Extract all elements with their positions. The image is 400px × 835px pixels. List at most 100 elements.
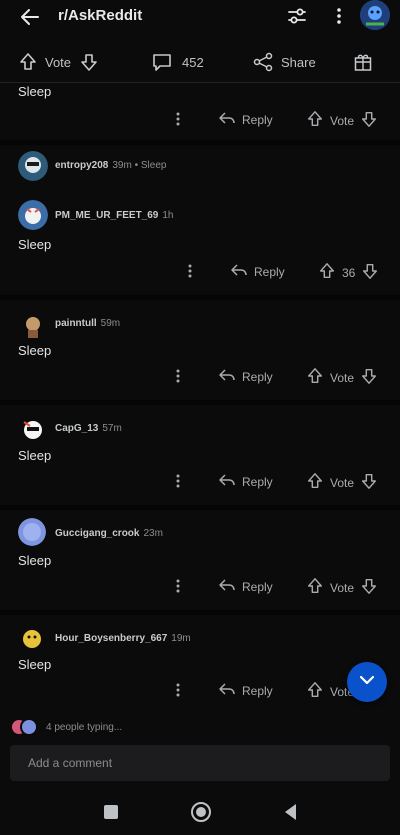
comment-time: 39m • Sleep bbox=[112, 160, 167, 171]
comment-meta: Hour_Boysenberry_667 19m bbox=[55, 633, 191, 644]
more-vertical-icon[interactable] bbox=[329, 5, 349, 27]
reply-icon bbox=[230, 262, 248, 281]
upvote-icon[interactable] bbox=[318, 262, 336, 283]
comment-author[interactable]: painntull bbox=[55, 318, 97, 329]
comment-meta: PM_ME_UR_FEET_69 1h bbox=[55, 210, 174, 221]
share-icon bbox=[252, 52, 274, 72]
vote-count: 36 bbox=[342, 265, 356, 280]
system-nav-bar bbox=[0, 790, 400, 835]
vote-label: Vote bbox=[330, 113, 355, 128]
comment-author[interactable]: Hour_Boysenberry_667 bbox=[55, 633, 167, 644]
comments-button[interactable]: 452 bbox=[151, 52, 204, 72]
reply-button[interactable]: Reply bbox=[218, 577, 273, 596]
reply-button[interactable]: Reply bbox=[218, 681, 273, 700]
chevron-down-icon bbox=[357, 670, 377, 695]
comment: Guccigang_crook 23m Sleep Reply Vote bbox=[0, 510, 400, 610]
more-vertical-icon[interactable] bbox=[184, 262, 196, 280]
user-avatar[interactable] bbox=[360, 0, 390, 30]
post-vote-label: Vote bbox=[45, 54, 72, 70]
reply-button[interactable]: Reply bbox=[218, 472, 273, 491]
downvote-icon[interactable] bbox=[361, 262, 379, 283]
avatar bbox=[18, 310, 48, 340]
comment-body: Sleep bbox=[18, 84, 52, 99]
comment-meta: CapG_13 57m bbox=[55, 423, 122, 434]
back-nav-icon[interactable] bbox=[282, 802, 298, 827]
upvote-icon[interactable] bbox=[306, 472, 324, 493]
comment-meta: painntull 59m bbox=[55, 318, 120, 329]
reply-icon bbox=[218, 681, 236, 700]
comment-time: 23m bbox=[143, 528, 163, 539]
reply-label: Reply bbox=[242, 579, 273, 594]
comment-author[interactable]: PM_ME_UR_FEET_69 bbox=[55, 210, 158, 221]
share-button[interactable]: Share bbox=[252, 52, 316, 72]
comment-author[interactable]: Guccigang_crook bbox=[55, 528, 139, 539]
subreddit-title[interactable]: r/AskReddit bbox=[58, 7, 142, 24]
comment-author[interactable]: entropy208 bbox=[55, 160, 108, 171]
comment-author[interactable]: CapG_13 bbox=[55, 423, 98, 434]
back-arrow-icon[interactable] bbox=[18, 5, 42, 29]
comment-actions: Reply Vote bbox=[0, 110, 400, 134]
reply-icon bbox=[218, 367, 236, 386]
top-bar: r/AskReddit bbox=[0, 0, 400, 34]
comment-vote-group: Vote bbox=[306, 472, 378, 493]
next-comment-button[interactable] bbox=[347, 662, 387, 702]
downvote-icon[interactable] bbox=[360, 367, 378, 388]
upvote-icon[interactable] bbox=[306, 577, 324, 598]
comment: Hour_Boysenberry_667 19m Sleep Reply Vot… bbox=[0, 615, 400, 713]
award-button[interactable] bbox=[353, 52, 373, 72]
upvote-icon[interactable] bbox=[306, 110, 324, 131]
more-vertical-icon[interactable] bbox=[172, 681, 184, 699]
more-vertical-icon[interactable] bbox=[172, 472, 184, 490]
upvote-icon[interactable] bbox=[306, 681, 324, 702]
comment: Sleep Reply Vote bbox=[0, 82, 400, 140]
comments-count: 452 bbox=[182, 54, 204, 70]
sort-icon[interactable] bbox=[286, 5, 308, 27]
comment-vote-group: Vote bbox=[306, 577, 378, 598]
reply-label: Reply bbox=[242, 474, 273, 489]
comment-body: Sleep bbox=[18, 237, 52, 252]
reply-label: Reply bbox=[254, 264, 285, 279]
downvote-icon[interactable] bbox=[360, 577, 378, 598]
reply-button[interactable]: Reply bbox=[218, 367, 273, 386]
comment-actions: Reply Vote bbox=[0, 681, 400, 705]
home-icon[interactable] bbox=[190, 801, 212, 828]
comment-collapsed[interactable]: entropy208 39m • Sleep bbox=[0, 145, 400, 185]
typing-avatar bbox=[20, 718, 38, 736]
comment-vote-group: Vote bbox=[306, 367, 378, 388]
recent-apps-icon[interactable] bbox=[103, 804, 119, 825]
comment: CapG_13 57m Sleep Reply Vote bbox=[0, 405, 400, 505]
comment-body: Sleep bbox=[18, 553, 52, 568]
vote-label: Vote bbox=[330, 580, 355, 595]
post-vote-group: Vote bbox=[18, 52, 99, 72]
comment-actions: Reply Vote bbox=[0, 577, 400, 601]
comment-body: Sleep bbox=[18, 657, 52, 672]
comment-icon bbox=[151, 52, 173, 72]
comment-time: 59m bbox=[100, 318, 121, 329]
more-vertical-icon[interactable] bbox=[172, 577, 184, 595]
avatar bbox=[18, 200, 48, 230]
reply-icon bbox=[218, 110, 236, 129]
avatar bbox=[18, 518, 46, 546]
comment: painntull 59m Sleep Reply Vote bbox=[0, 300, 400, 400]
upvote-icon[interactable] bbox=[18, 52, 38, 72]
comment-actions: Reply Vote bbox=[0, 472, 400, 496]
reply-button[interactable]: Reply bbox=[230, 262, 285, 281]
reply-button[interactable]: Reply bbox=[218, 110, 273, 129]
comment-meta: entropy208 39m • Sleep bbox=[55, 160, 166, 171]
comment-time: 57m bbox=[102, 423, 122, 434]
more-vertical-icon[interactable] bbox=[172, 110, 184, 128]
downvote-icon[interactable] bbox=[360, 472, 378, 493]
comment-composer[interactable] bbox=[10, 745, 390, 781]
typing-text: 4 people typing... bbox=[46, 721, 123, 733]
more-vertical-icon[interactable] bbox=[172, 367, 184, 385]
vote-label: Vote bbox=[330, 370, 355, 385]
comment-actions: Reply 36 bbox=[0, 262, 400, 286]
comment: PM_ME_UR_FEET_69 1h Sleep Reply 36 bbox=[0, 188, 400, 290]
comment-actions: Reply Vote bbox=[0, 367, 400, 391]
avatar bbox=[18, 151, 48, 181]
add-comment-input[interactable] bbox=[26, 755, 370, 771]
avatar bbox=[18, 625, 46, 653]
upvote-icon[interactable] bbox=[306, 367, 324, 388]
downvote-icon[interactable] bbox=[79, 52, 99, 72]
downvote-icon[interactable] bbox=[360, 110, 378, 131]
